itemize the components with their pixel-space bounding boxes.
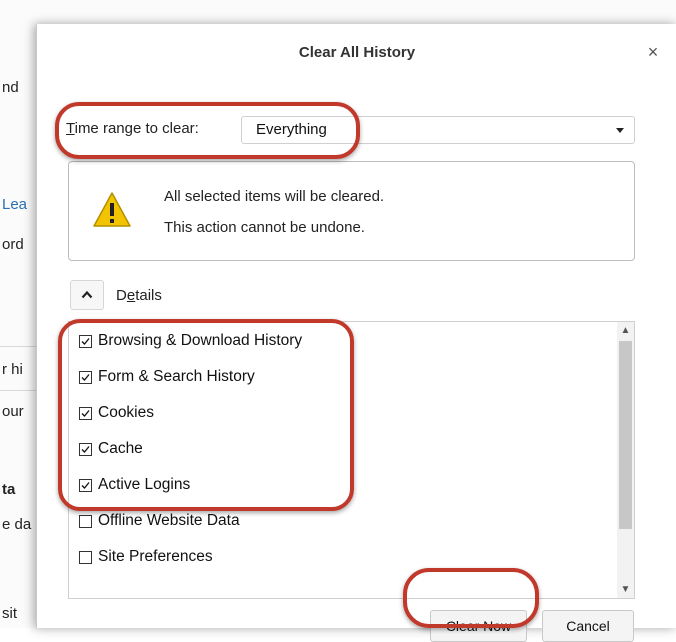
warning-line-1: All selected items will be cleared. xyxy=(164,188,385,205)
dropdown-arrow-icon xyxy=(616,128,624,133)
background-heading: ta xyxy=(2,481,16,498)
background-link[interactable]: Lea xyxy=(2,196,27,213)
warning-box: All selected items will be cleared. This… xyxy=(68,161,635,261)
details-toggle-button[interactable] xyxy=(70,280,104,310)
background-divider xyxy=(0,390,36,391)
background-text: ord xyxy=(2,236,24,253)
background-divider xyxy=(0,346,36,347)
warning-triangle-icon xyxy=(93,192,131,227)
details-label-rest: tails xyxy=(135,287,162,304)
background-text: nd xyxy=(2,79,19,96)
scroll-thumb[interactable] xyxy=(619,341,632,529)
warning-line-2: This action cannot be undone. xyxy=(164,219,365,236)
details-label: Details xyxy=(116,287,162,304)
background-text: e da xyxy=(2,516,32,533)
background-text: sit xyxy=(2,605,17,622)
checkbox[interactable] xyxy=(79,515,92,528)
list-scrollbar[interactable]: ▲ ▼ xyxy=(617,322,634,598)
background-text: our xyxy=(2,403,24,420)
dialog-title: Clear All History xyxy=(298,44,416,61)
highlight-checked-items xyxy=(58,319,354,511)
scroll-up-icon[interactable]: ▲ xyxy=(617,322,634,339)
checkbox[interactable] xyxy=(79,551,92,564)
item-label: Offline Website Data xyxy=(98,512,240,529)
chevron-up-icon xyxy=(81,290,93,299)
background-text: r hi xyxy=(2,361,23,378)
details-label-prefix: D xyxy=(116,287,127,304)
highlight-time-range xyxy=(55,102,360,159)
highlight-clear-now xyxy=(403,568,539,628)
cancel-button[interactable]: Cancel xyxy=(542,610,634,642)
scroll-down-icon[interactable]: ▼ xyxy=(617,581,634,598)
details-label-accesskey: e xyxy=(126,287,136,304)
item-label: Site Preferences xyxy=(98,548,213,565)
close-button[interactable]: × xyxy=(643,42,663,62)
